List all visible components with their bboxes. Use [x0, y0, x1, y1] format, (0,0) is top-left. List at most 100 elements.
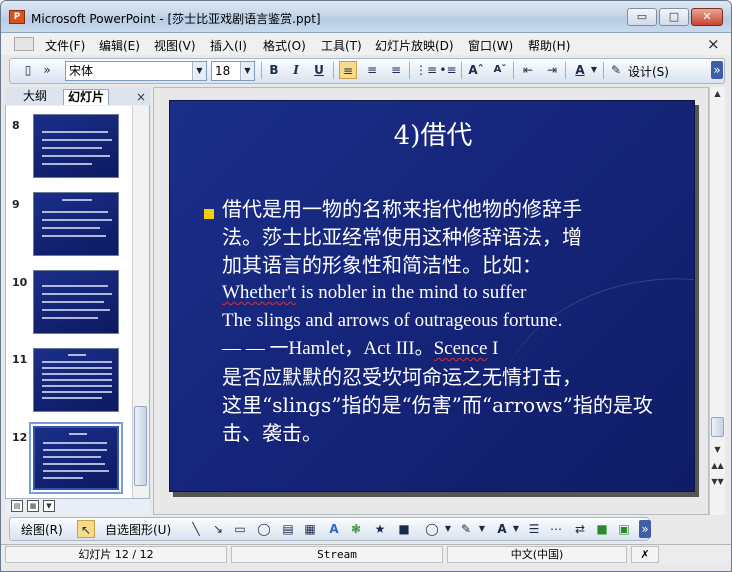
- oval-tool-icon[interactable]: ◯: [255, 520, 273, 538]
- slide-thumbnail-12[interactable]: [29, 422, 123, 494]
- spelling-error-word: Whether't: [222, 282, 297, 303]
- thumbnail-line: [42, 155, 110, 157]
- thumbnail-line: [42, 139, 112, 141]
- dash-style-icon[interactable]: ⋯: [547, 520, 565, 538]
- menu-edit[interactable]: 编辑(E): [99, 37, 140, 54]
- decrease-font-icon[interactable]: Aˇ: [491, 61, 509, 79]
- vertical-textbox-icon[interactable]: ▦: [301, 520, 319, 538]
- thumbnail-line: [42, 361, 112, 363]
- diagram-icon[interactable]: ❃: [347, 520, 365, 538]
- menu-view[interactable]: 视图(V): [154, 37, 196, 54]
- slide-thumbnail-9[interactable]: [33, 192, 119, 256]
- spelling-status-icon[interactable]: ✗: [631, 546, 659, 563]
- chevron-down-icon[interactable]: ▼: [477, 520, 487, 538]
- draw-menu-button[interactable]: 绘图(R): [21, 521, 63, 538]
- menu-format[interactable]: 格式(O): [263, 37, 306, 54]
- slideshow-view-icon[interactable]: ▼: [43, 500, 55, 512]
- design-button[interactable]: 设计(S): [628, 63, 669, 80]
- scrollbar-thumb[interactable]: [711, 417, 724, 437]
- line-tool-icon[interactable]: ╲: [187, 520, 205, 538]
- new-document-icon[interactable]: ▯: [19, 61, 37, 79]
- toolbar-options-icon[interactable]: »: [711, 61, 723, 79]
- slide-sorter-view-icon[interactable]: ▦: [27, 500, 39, 512]
- slide-body-text[interactable]: 借代是用一物的名称来指代他物的修辞手 法。莎士比亚经常使用这种修辞语法，增 加其…: [222, 195, 662, 447]
- menu-help[interactable]: 帮助(H): [528, 37, 570, 54]
- scroll-up-icon[interactable]: ▲: [711, 87, 724, 101]
- font-color-icon[interactable]: A: [571, 61, 589, 79]
- chevron-down-icon[interactable]: ▼: [240, 62, 254, 80]
- chevron-down-icon[interactable]: ▼: [443, 520, 453, 538]
- document-close-button[interactable]: ×: [707, 35, 720, 53]
- minimize-button[interactable]: ▭: [627, 8, 657, 26]
- previous-slide-icon[interactable]: ▲▲: [711, 459, 724, 473]
- 3d-style-icon[interactable]: ▣: [615, 520, 633, 538]
- arrow-style-icon[interactable]: ⇄: [571, 520, 589, 538]
- menu-slideshow[interactable]: 幻灯片放映(D): [375, 37, 454, 54]
- font-size-select[interactable]: 18 ▼: [211, 61, 255, 81]
- document-icon[interactable]: [14, 37, 34, 51]
- bold-button[interactable]: B: [265, 61, 283, 79]
- toolbar-separator: [513, 62, 514, 79]
- numbered-list-icon[interactable]: ⋮≡: [415, 61, 437, 79]
- align-left-button[interactable]: ≡: [339, 61, 357, 79]
- align-right-button[interactable]: ≡: [387, 61, 405, 79]
- scrollbar-thumb[interactable]: [134, 406, 147, 486]
- line-color-icon[interactable]: ✎: [457, 520, 475, 538]
- menu-tools[interactable]: 工具(T): [321, 37, 362, 54]
- thumbnail-line: [42, 147, 102, 149]
- body-line: 加其语言的形象性和简洁性。比如：: [222, 253, 542, 277]
- select-pointer-icon[interactable]: ↖: [77, 520, 95, 538]
- decrease-indent-icon[interactable]: ⇤: [519, 61, 537, 79]
- next-slide-icon[interactable]: ▼▼: [711, 475, 724, 489]
- menu-insert[interactable]: 插入(I): [210, 37, 247, 54]
- toolbar-options-icon[interactable]: »: [41, 61, 53, 79]
- tab-slides[interactable]: 幻灯片: [63, 89, 110, 105]
- thumbnail-line: [42, 309, 110, 311]
- slide-thumbnail-11[interactable]: [33, 348, 119, 412]
- font-color-icon[interactable]: A: [493, 520, 511, 538]
- toolbar-options-icon[interactable]: »: [639, 520, 651, 538]
- arrow-tool-icon[interactable]: ↘: [209, 520, 227, 538]
- pane-close-button[interactable]: ×: [136, 90, 146, 104]
- quote-line-1: Whether't is nobler in the mind to suffe…: [222, 279, 662, 307]
- chevron-down-icon[interactable]: ▼: [589, 61, 599, 79]
- slide-scrollbar[interactable]: ▲ ▲▲ ▼▼ ▼: [709, 87, 725, 515]
- thumbnail-line: [43, 463, 105, 465]
- shadow-style-icon[interactable]: ■: [593, 520, 611, 538]
- menu-window[interactable]: 窗口(W): [468, 37, 513, 54]
- scroll-down-icon[interactable]: ▼: [711, 443, 724, 457]
- italic-button[interactable]: I: [287, 61, 305, 79]
- slide-thumbnail-8[interactable]: [33, 114, 119, 178]
- rectangle-tool-icon[interactable]: ▭: [231, 520, 249, 538]
- picture-icon[interactable]: ■: [395, 520, 413, 538]
- tab-outline[interactable]: 大纲: [19, 89, 51, 105]
- clipart-icon[interactable]: ★: [371, 520, 389, 538]
- bulleted-list-icon[interactable]: •≡: [439, 61, 457, 79]
- thumbnail-number: 9: [12, 198, 20, 211]
- maximize-button[interactable]: □: [659, 8, 689, 26]
- chevron-down-icon[interactable]: ▼: [192, 62, 206, 80]
- thumbnail-line: [43, 470, 109, 472]
- wordart-icon[interactable]: A: [325, 520, 343, 538]
- fill-color-icon[interactable]: ◯: [423, 520, 441, 538]
- thumbnail-scrollbar[interactable]: [132, 106, 148, 498]
- underline-button[interactable]: U: [310, 61, 328, 79]
- autoshapes-button[interactable]: 自选图形(U): [105, 521, 171, 538]
- chevron-down-icon[interactable]: ▼: [511, 520, 521, 538]
- current-slide[interactable]: 4)借代 借代是用一物的名称来指代他物的修辞手 法。莎士比亚经常使用这种修辞语法…: [169, 100, 695, 492]
- slide-title[interactable]: 4)借代: [170, 115, 694, 152]
- slide-design-icon[interactable]: ✎: [609, 61, 623, 79]
- slide-thumbnail-10[interactable]: [33, 270, 119, 334]
- menu-file[interactable]: 文件(F): [45, 37, 85, 54]
- increase-indent-icon[interactable]: ⇥: [543, 61, 561, 79]
- normal-view-icon[interactable]: ▤: [11, 500, 23, 512]
- align-center-button[interactable]: ≡: [363, 61, 381, 79]
- powerpoint-app-icon[interactable]: P: [9, 10, 25, 24]
- line-style-icon[interactable]: ☰: [525, 520, 543, 538]
- textbox-tool-icon[interactable]: ▤: [279, 520, 297, 538]
- thumbnail-line: [69, 433, 87, 435]
- close-button[interactable]: ✕: [691, 8, 723, 26]
- font-name-select[interactable]: 宋体 ▼: [65, 61, 207, 81]
- increase-font-icon[interactable]: Aˆ: [467, 61, 485, 79]
- quote-line-2: The slings and arrows of outrageous fort…: [222, 310, 563, 331]
